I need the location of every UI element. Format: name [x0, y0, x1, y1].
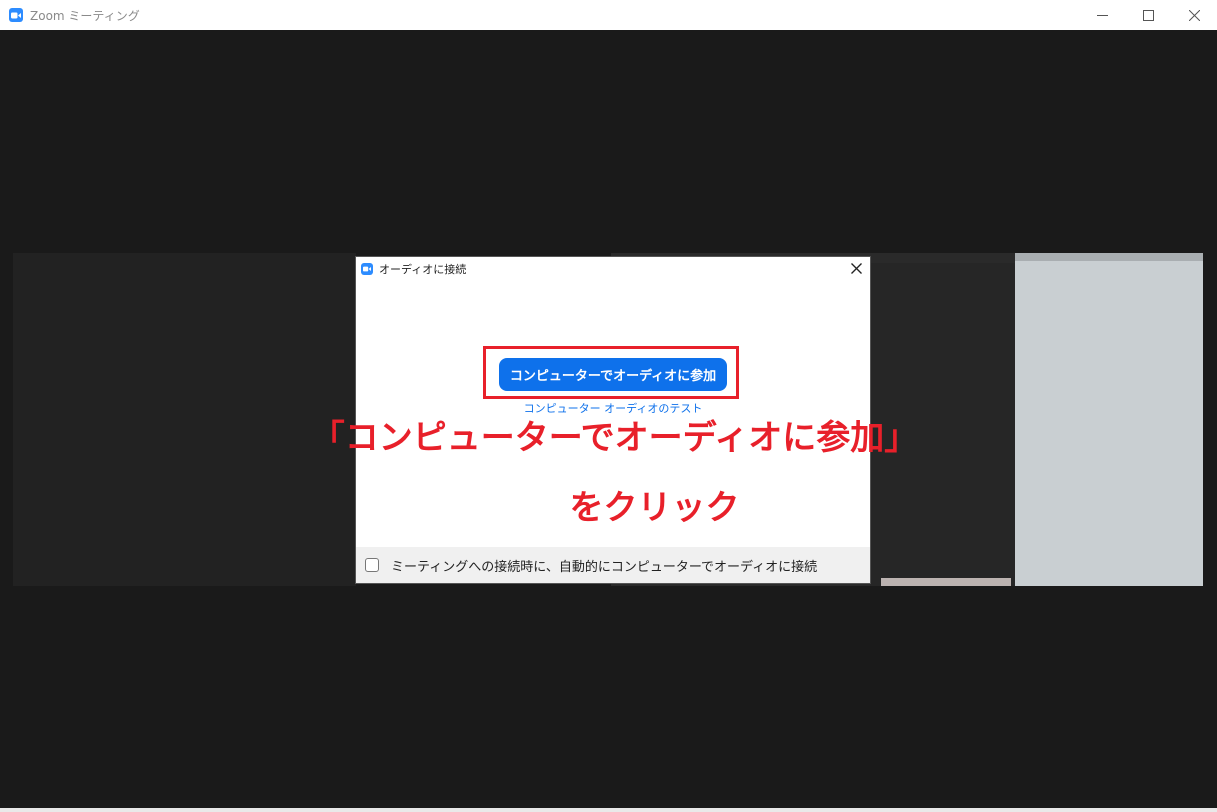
zoom-camera-icon	[361, 263, 373, 275]
annotation-line-2: をクリック	[569, 488, 740, 528]
window-close-button[interactable]	[1171, 0, 1217, 30]
maximize-button[interactable]	[1125, 0, 1171, 30]
minimize-icon	[1096, 14, 1108, 16]
dialog-title-bar: オーディオに接続	[356, 257, 870, 281]
minimize-button[interactable]	[1079, 0, 1125, 30]
window-controls	[1079, 0, 1217, 30]
close-icon	[1188, 9, 1200, 21]
video-background	[881, 578, 1011, 586]
zoom-camera-icon	[9, 8, 23, 22]
dialog-title: オーディオに接続	[379, 263, 467, 276]
window-bottom-border	[0, 808, 1217, 812]
auto-join-audio-label: ミーティングへの接続時に、自動的にコンピューターでオーディオに接続	[391, 559, 818, 575]
maximize-icon	[1142, 9, 1154, 21]
window-title: Zoom ミーティング	[30, 8, 140, 23]
zoom-meeting-window: Zoom ミーティング オーディオに接続 コンピューターでオーディオに参加 コン…	[0, 0, 1217, 812]
join-with-computer-audio-button[interactable]: コンピューターでオーディオに参加	[499, 358, 727, 391]
dialog-close-button[interactable]	[851, 260, 862, 278]
close-icon	[851, 263, 862, 274]
dialog-footer: ミーティングへの接続時に、自動的にコンピューターでオーディオに接続	[356, 547, 870, 583]
annotation-line-1: 「コンピューターでオーディオに参加」	[310, 418, 919, 458]
auto-join-audio-checkbox[interactable]	[365, 558, 379, 572]
title-bar: Zoom ミーティング	[0, 0, 1217, 30]
